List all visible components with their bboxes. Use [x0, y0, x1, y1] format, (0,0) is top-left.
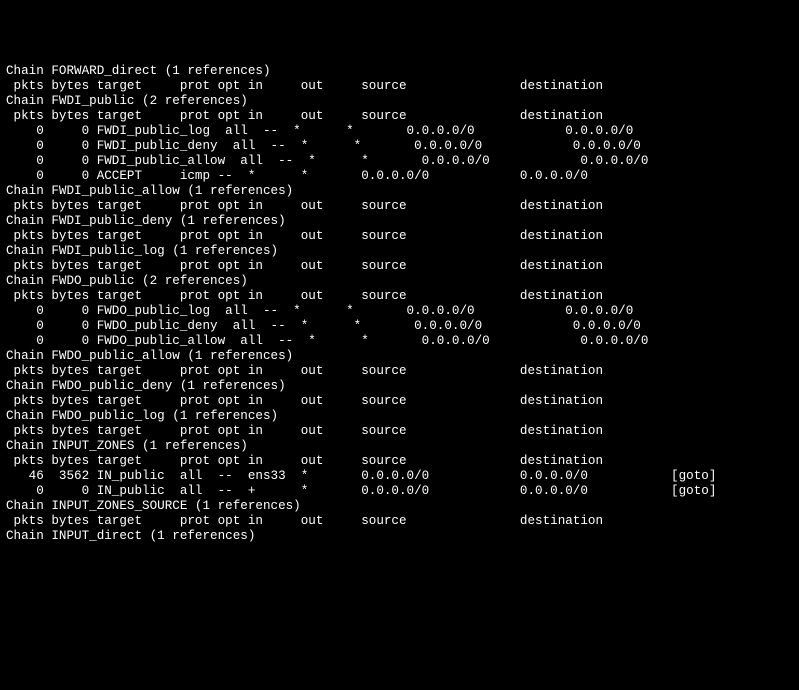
terminal-line: Chain FWDI_public_allow (1 references): [6, 184, 793, 199]
terminal-line: Chain FWDO_public_allow (1 references): [6, 349, 793, 364]
terminal-line: pkts bytes target prot opt in out source…: [6, 109, 793, 124]
terminal-line: Chain FWDO_public_log (1 references): [6, 409, 793, 424]
terminal-line: 0 0 FWDI_public_log all -- * * 0.0.0.0/0…: [6, 124, 793, 139]
terminal-line: pkts bytes target prot opt in out source…: [6, 364, 793, 379]
terminal-line: pkts bytes target prot opt in out source…: [6, 424, 793, 439]
terminal-line: Chain FWDI_public_deny (1 references): [6, 214, 793, 229]
terminal-line: Chain FWDI_public_log (1 references): [6, 244, 793, 259]
terminal-line: 0 0 FWDO_public_log all -- * * 0.0.0.0/0…: [6, 304, 793, 319]
terminal-line: pkts bytes target prot opt in out source…: [6, 199, 793, 214]
terminal-line: Chain FWDO_public (2 references): [6, 274, 793, 289]
terminal-line: Chain INPUT_direct (1 references): [6, 529, 793, 544]
terminal-line: Chain FWDO_public_deny (1 references): [6, 379, 793, 394]
terminal-line: 46 3562 IN_public all -- ens33 * 0.0.0.0…: [6, 469, 793, 484]
terminal-line: 0 0 IN_public all -- + * 0.0.0.0/0 0.0.0…: [6, 484, 793, 499]
terminal-line: pkts bytes target prot opt in out source…: [6, 229, 793, 244]
terminal-line: 0 0 FWDI_public_allow all -- * * 0.0.0.0…: [6, 154, 793, 169]
terminal-line: 0 0 FWDO_public_deny all -- * * 0.0.0.0/…: [6, 319, 793, 334]
terminal-line: 0 0 ACCEPT icmp -- * * 0.0.0.0/0 0.0.0.0…: [6, 169, 793, 184]
terminal-line: 0 0 FWDO_public_allow all -- * * 0.0.0.0…: [6, 334, 793, 349]
terminal-line: Chain INPUT_ZONES_SOURCE (1 references): [6, 499, 793, 514]
terminal-line: pkts bytes target prot opt in out source…: [6, 259, 793, 274]
terminal-line: Chain FORWARD_direct (1 references): [6, 64, 793, 79]
terminal-line: pkts bytes target prot opt in out source…: [6, 514, 793, 529]
terminal-line: pkts bytes target prot opt in out source…: [6, 289, 793, 304]
terminal-output: Chain FORWARD_direct (1 references) pkts…: [6, 64, 793, 544]
terminal-line: Chain FWDI_public (2 references): [6, 94, 793, 109]
terminal-line: pkts bytes target prot opt in out source…: [6, 79, 793, 94]
terminal-line: Chain INPUT_ZONES (1 references): [6, 439, 793, 454]
terminal-line: 0 0 FWDI_public_deny all -- * * 0.0.0.0/…: [6, 139, 793, 154]
terminal-line: pkts bytes target prot opt in out source…: [6, 394, 793, 409]
terminal-line: pkts bytes target prot opt in out source…: [6, 454, 793, 469]
